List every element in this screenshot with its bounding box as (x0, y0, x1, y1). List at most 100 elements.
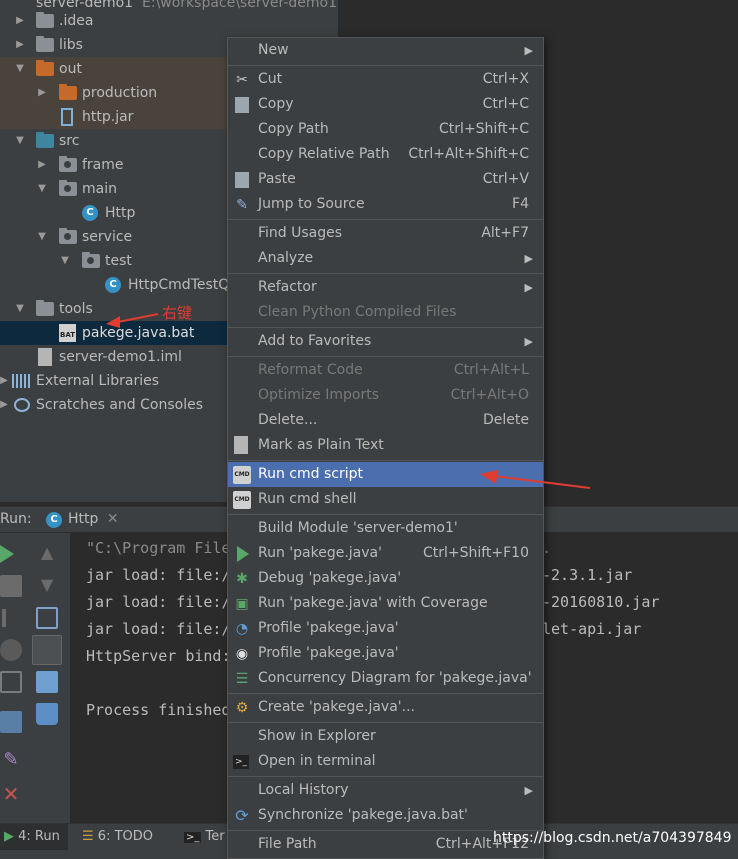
chevron-down-icon[interactable]: ▼ (14, 129, 26, 153)
console-line-tail: -20160810.jar (542, 593, 660, 611)
menu-item-label: Run cmd script (258, 466, 363, 482)
menu-item-paste[interactable]: Paste Ctrl+V (228, 167, 543, 192)
menu-item-label: Show in Explorer (258, 728, 376, 744)
menu-item-copy[interactable]: Copy Ctrl+C (228, 92, 543, 117)
menu-item-label: Cut (258, 71, 283, 87)
tree-item-label: server-demo1.iml (59, 349, 182, 365)
menu-item-open-terminal[interactable]: >_ Open in terminal (228, 749, 543, 774)
arrow-up-icon[interactable]: ▲ (36, 543, 58, 565)
menu-item-run-coverage[interactable]: ▣ Run 'pakege.java' with Coverage (228, 591, 543, 616)
concurrency-icon: ☰ (235, 671, 249, 687)
menu-item-reformat-code[interactable]: Reformat Code Ctrl+Alt+L (228, 358, 543, 383)
run-tab-http[interactable]: C Http ✕ (42, 507, 125, 533)
menu-item-find-usages[interactable]: Find Usages Alt+F7 (228, 221, 543, 246)
trash-icon[interactable] (36, 703, 58, 725)
tree-item-label: test (105, 253, 132, 269)
menu-item-create-config[interactable]: ⚙ Create 'pakege.java'... (228, 695, 543, 720)
chevron-down-icon[interactable]: ▼ (59, 249, 71, 273)
menu-item-shortcut: Ctrl+C (482, 96, 529, 112)
menu-separator (228, 327, 543, 328)
soft-wrap-icon[interactable] (36, 607, 58, 629)
menu-item-refactor[interactable]: Refactor ▶ (228, 275, 543, 300)
menu-item-shortcut: Ctrl+Alt+L (453, 362, 529, 378)
menu-separator (228, 460, 543, 461)
pause-icon[interactable] (0, 607, 22, 629)
source-folder-icon (36, 132, 54, 148)
menu-item-optimize-imports[interactable]: Optimize Imports Ctrl+Alt+O (228, 383, 543, 408)
chevron-right-icon[interactable]: ▶ (14, 9, 26, 33)
menu-item-profile-alt[interactable]: ◉ Profile 'pakege.java' (228, 641, 543, 666)
menu-separator (228, 693, 543, 694)
exit-icon[interactable] (0, 671, 22, 693)
rerun-icon[interactable] (0, 543, 22, 565)
chevron-right-icon[interactable]: ▶ (0, 393, 10, 417)
pin-icon[interactable]: ✎ (0, 749, 22, 771)
menu-item-synchronize[interactable]: ⟳ Synchronize 'pakege.java.bat' (228, 803, 543, 828)
chevron-right-icon[interactable]: ▶ (36, 153, 48, 177)
menu-item-show-in-explorer[interactable]: Show in Explorer (228, 724, 543, 749)
menu-item-build-module[interactable]: Build Module 'server-demo1' (228, 516, 543, 541)
menu-item-label: Copy Relative Path (258, 146, 390, 162)
menu-item-run[interactable]: Run 'pakege.java' Ctrl+Shift+F10 (228, 541, 543, 566)
tab-terminal[interactable]: >_ Ter (184, 824, 225, 850)
chevron-down-icon[interactable]: ▼ (14, 297, 26, 321)
menu-item-mark-plain-text[interactable]: Mark as Plain Text (228, 433, 543, 458)
menu-item-label: Analyze (258, 250, 314, 266)
run-toolbar: ✎ ✕ ▲ ▼ (0, 533, 70, 823)
menu-item-clean-python[interactable]: Clean Python Compiled Files (228, 300, 543, 325)
arrow-down-icon[interactable]: ▼ (36, 575, 58, 597)
menu-item-cut[interactable]: ✂ Cut Ctrl+X (228, 67, 543, 92)
menu-item-debug[interactable]: ✱ Debug 'pakege.java' (228, 566, 543, 591)
menu-item-label: Create 'pakege.java'... (258, 699, 415, 715)
menu-item-delete[interactable]: Delete... Delete (228, 408, 543, 433)
menu-item-new[interactable]: New ▶ (228, 38, 543, 63)
scroll-to-end-icon[interactable] (32, 635, 62, 665)
menu-item-profile[interactable]: ◔ Profile 'pakege.java' (228, 616, 543, 641)
menu-item-jump-to-source[interactable]: ✎ Jump to Source F4 (228, 192, 543, 217)
menu-item-label: Mark as Plain Text (258, 437, 384, 453)
menu-item-shortcut: Ctrl+Shift+C (439, 121, 529, 137)
menu-item-add-to-favorites[interactable]: Add to Favorites ▶ (228, 329, 543, 354)
package-icon (82, 252, 100, 268)
console-line: HttpServer bind: (86, 647, 231, 665)
menu-item-label: Concurrency Diagram for 'pakege.java' (258, 670, 532, 686)
tree-item-label: .idea (59, 13, 94, 29)
menu-item-label: Delete... (258, 412, 318, 428)
cmd-icon: CMD (233, 466, 251, 484)
close-icon[interactable]: ✕ (0, 783, 22, 805)
chevron-right-icon[interactable]: ▶ (36, 81, 48, 105)
menu-item-label: Copy (258, 96, 294, 112)
print-icon[interactable] (36, 671, 58, 693)
layout-icon[interactable] (0, 711, 22, 733)
chevron-down-icon[interactable]: ▼ (36, 225, 48, 249)
submenu-arrow-icon: ▶ (524, 335, 533, 348)
menu-item-copy-path[interactable]: Copy Path Ctrl+Shift+C (228, 117, 543, 142)
chevron-right-icon[interactable]: ▶ (0, 369, 10, 393)
tab-todo[interactable]: ☰ 6: TODO (82, 824, 153, 850)
chevron-down-icon[interactable]: ▼ (14, 57, 26, 81)
debug-icon: ✱ (236, 571, 248, 587)
menu-item-local-history[interactable]: Local History ▶ (228, 778, 543, 803)
dump-threads-icon[interactable] (0, 639, 22, 661)
menu-item-analyze[interactable]: Analyze ▶ (228, 246, 543, 271)
tab-run[interactable]: ▶ 4: Run (0, 824, 68, 850)
stop-icon[interactable] (0, 575, 22, 597)
menu-item-concurrency[interactable]: ☰ Concurrency Diagram for 'pakege.java' (228, 666, 543, 691)
chevron-down-icon[interactable]: ▼ (36, 177, 48, 201)
close-icon[interactable]: ✕ (107, 511, 119, 527)
menu-item-copy-relative-path[interactable]: Copy Relative Path Ctrl+Alt+Shift+C (228, 142, 543, 167)
scratches-icon (14, 398, 30, 412)
tree-item-idea[interactable]: ▶ .idea (0, 9, 338, 33)
run-tab-label: Http (68, 511, 99, 527)
menu-item-label: Run 'pakege.java' (258, 545, 382, 561)
folder-icon (36, 300, 54, 316)
console-line-tail: let-api.jar (542, 620, 642, 638)
annotation-arrow-icon (480, 470, 591, 489)
menu-item-shortcut: Delete (483, 412, 529, 428)
tree-item-label: http.jar (82, 109, 134, 125)
console-line: jar load: file:/ (86, 620, 231, 638)
chevron-right-icon[interactable]: ▶ (14, 33, 26, 57)
menu-item-label: Synchronize 'pakege.java.bat' (258, 807, 468, 823)
menu-separator (228, 356, 543, 357)
sync-icon: ⟳ (235, 806, 249, 825)
